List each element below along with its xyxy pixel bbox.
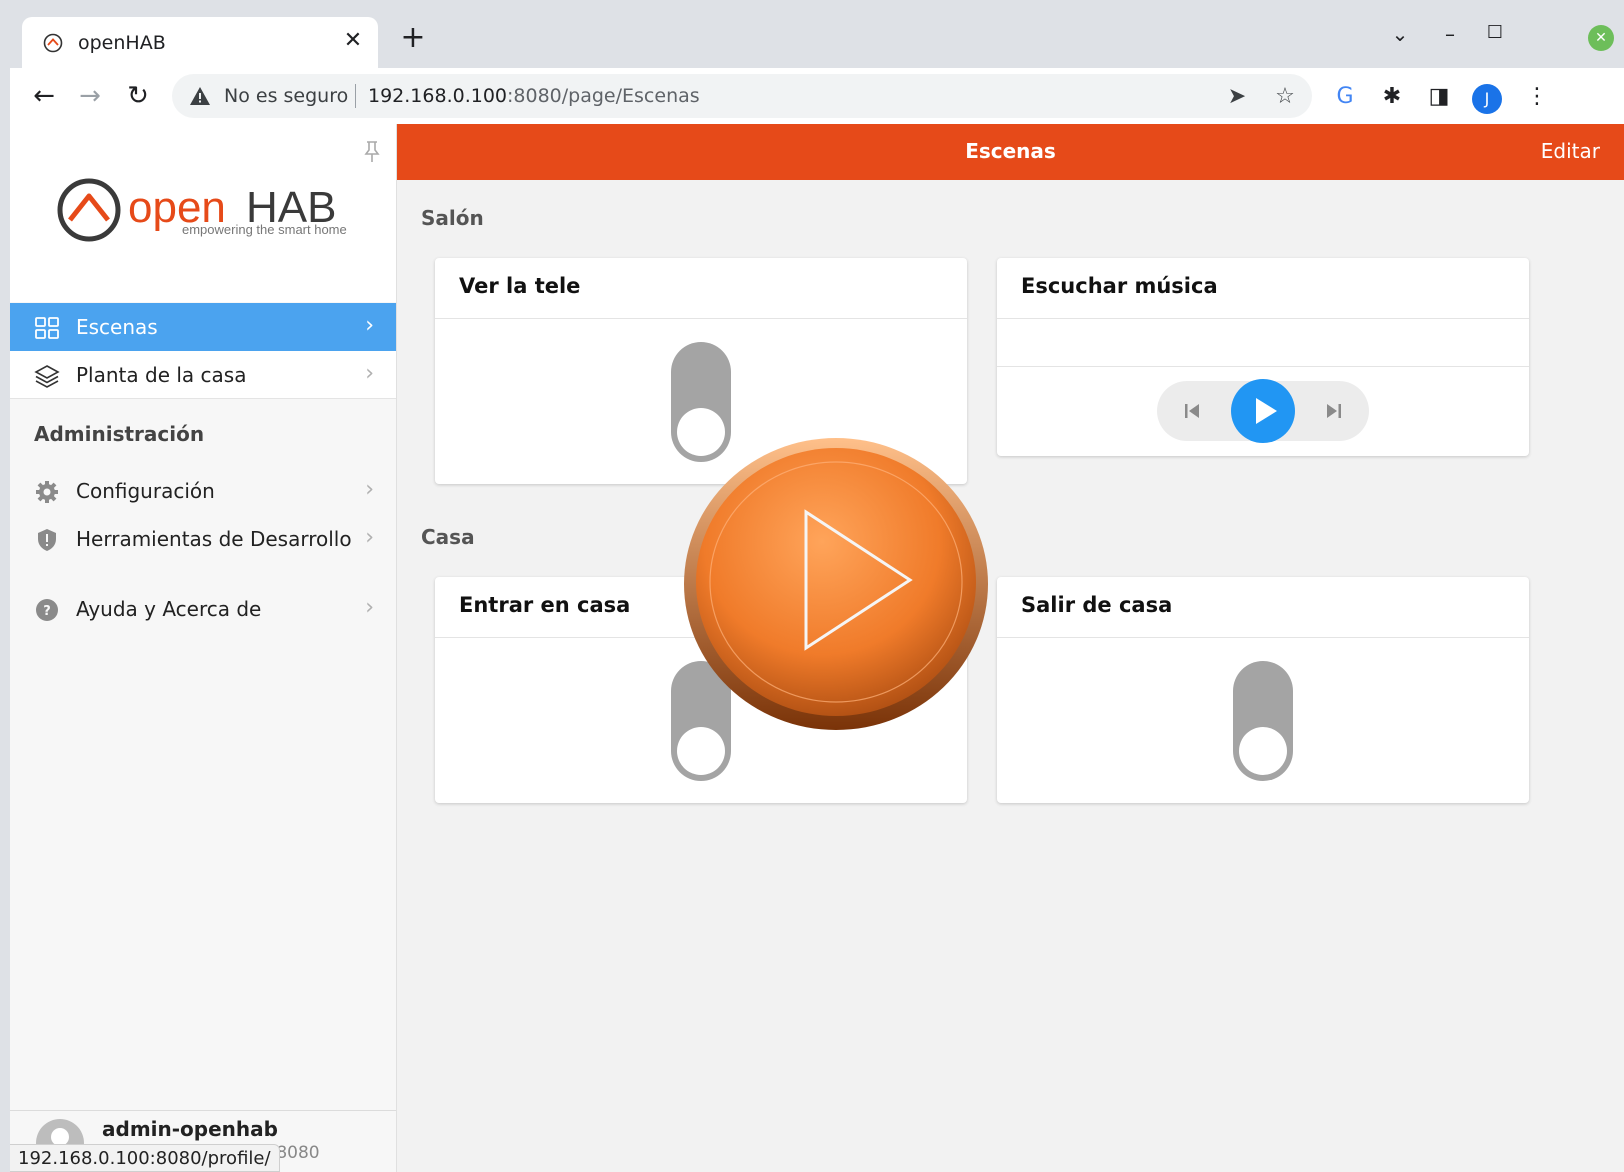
sidebar-item-configuracion[interactable]: Configuración › bbox=[10, 467, 396, 515]
menu-dots-icon[interactable]: ⋮ bbox=[1522, 82, 1552, 112]
grid-icon bbox=[35, 317, 59, 339]
side-panel-icon[interactable]: ◨ bbox=[1424, 82, 1454, 112]
card-title: Entrar en casa bbox=[459, 593, 631, 617]
card-title: Ver la tele bbox=[459, 274, 581, 298]
sidebar-item-label: Herramientas de Desarrollo bbox=[76, 527, 352, 551]
maximize-icon[interactable]: ☐ bbox=[1480, 22, 1510, 43]
card-divider bbox=[997, 318, 1529, 319]
reload-icon[interactable]: ↻ bbox=[122, 80, 154, 112]
openhab-logo[interactable]: open HAB empowering the smart home bbox=[56, 174, 356, 244]
next-track-icon[interactable] bbox=[1319, 396, 1349, 426]
sidebar-header: open HAB empowering the smart home bbox=[10, 124, 396, 302]
extensions-icon[interactable]: ✱ bbox=[1377, 82, 1407, 112]
layers-icon bbox=[34, 365, 60, 388]
card-title: Escuchar música bbox=[1021, 274, 1218, 298]
chevron-right-icon: › bbox=[365, 313, 374, 338]
url-text[interactable]: 192.168.0.100:8080/page/Escenas bbox=[368, 85, 700, 107]
translate-icon[interactable]: G bbox=[1330, 82, 1360, 112]
sidebar-item-planta[interactable]: Planta de la casa › bbox=[10, 351, 396, 399]
back-icon[interactable]: ← bbox=[28, 80, 60, 112]
page-navbar: Escenas Editar bbox=[397, 124, 1624, 180]
tab-close-icon[interactable]: ✕ bbox=[340, 28, 366, 53]
main-content: Escenas Editar Salón Ver la tele Escucha… bbox=[397, 124, 1624, 1172]
new-tab-button[interactable]: + bbox=[396, 20, 430, 55]
previous-track-icon[interactable] bbox=[1177, 396, 1207, 426]
user-name: admin-openhab bbox=[102, 1117, 278, 1141]
card-escuchar-musica: Escuchar música bbox=[997, 258, 1529, 456]
svg-text:empowering the smart home: empowering the smart home bbox=[182, 222, 347, 237]
sidebar-item-label: Configuración bbox=[76, 479, 215, 503]
admin-section-title: Administración bbox=[34, 422, 205, 446]
sidebar: open HAB empowering the smart home Escen… bbox=[10, 124, 397, 1172]
sidebar-item-ayuda[interactable]: ? Ayuda y Acerca de › bbox=[10, 585, 396, 633]
chevron-right-icon: › bbox=[365, 361, 374, 386]
play-button[interactable] bbox=[1231, 379, 1295, 443]
tab-title: openHAB bbox=[78, 32, 166, 54]
window-close-icon[interactable]: ✕ bbox=[1588, 25, 1614, 51]
sidebar-item-label: Ayuda y Acerca de bbox=[76, 597, 262, 621]
card-divider bbox=[997, 637, 1529, 638]
sidebar-item-label: Escenas bbox=[76, 315, 158, 339]
scene-toggle[interactable] bbox=[1233, 661, 1293, 781]
chevron-right-icon: › bbox=[365, 477, 374, 502]
section-title-salon: Salón bbox=[421, 206, 484, 230]
pin-icon[interactable] bbox=[362, 140, 382, 164]
media-player bbox=[1157, 379, 1369, 443]
bookmark-star-icon[interactable]: ☆ bbox=[1272, 84, 1298, 110]
tab-strip: openHAB ✕ + ⌄ – ☐ ✕ bbox=[10, 8, 1624, 68]
tab-search-icon[interactable]: ⌄ bbox=[1385, 22, 1415, 46]
forward-icon[interactable]: → bbox=[74, 80, 106, 112]
toggle-knob bbox=[677, 727, 725, 775]
send-icon[interactable]: ➤ bbox=[1224, 84, 1250, 110]
card-salir-de-casa: Salir de casa bbox=[997, 577, 1529, 803]
warning-icon bbox=[190, 87, 210, 105]
status-bar-url: 192.168.0.100:8080/profile/ bbox=[10, 1144, 280, 1172]
toggle-knob bbox=[1239, 727, 1287, 775]
browser-window: openHAB ✕ + ⌄ – ☐ ✕ ← → ↻ No es seguro 1… bbox=[10, 8, 1624, 1172]
openhab-favicon-icon bbox=[43, 33, 63, 53]
shield-icon bbox=[38, 529, 56, 551]
chevron-right-icon: › bbox=[365, 525, 374, 550]
sidebar-item-escenas[interactable]: Escenas › bbox=[10, 303, 396, 351]
play-icon bbox=[1256, 398, 1277, 424]
section-title-casa: Casa bbox=[421, 525, 475, 549]
svg-text:?: ? bbox=[43, 604, 51, 619]
player-row bbox=[997, 367, 1529, 456]
play-overlay-icon[interactable] bbox=[682, 432, 990, 732]
insecure-label[interactable]: No es seguro bbox=[224, 85, 348, 107]
card-title: Salir de casa bbox=[1021, 593, 1173, 617]
browser-tab[interactable]: openHAB ✕ bbox=[22, 17, 378, 68]
sidebar-item-herramientas[interactable]: Herramientas de Desarrollo › bbox=[10, 515, 396, 563]
card-divider bbox=[435, 318, 967, 319]
page-title: Escenas bbox=[965, 139, 1056, 163]
address-separator bbox=[355, 84, 356, 108]
address-bar[interactable]: No es seguro 192.168.0.100:8080/page/Esc… bbox=[172, 74, 1312, 118]
profile-avatar[interactable]: J bbox=[1472, 84, 1502, 114]
minimize-icon[interactable]: – bbox=[1435, 22, 1465, 46]
help-icon: ? bbox=[36, 599, 58, 621]
browser-toolbar: ← → ↻ No es seguro 192.168.0.100:8080/pa… bbox=[10, 68, 1624, 124]
edit-button[interactable]: Editar bbox=[1541, 139, 1600, 163]
gear-icon bbox=[36, 481, 58, 503]
sidebar-item-label: Planta de la casa bbox=[76, 363, 247, 387]
chevron-right-icon: › bbox=[365, 595, 374, 620]
